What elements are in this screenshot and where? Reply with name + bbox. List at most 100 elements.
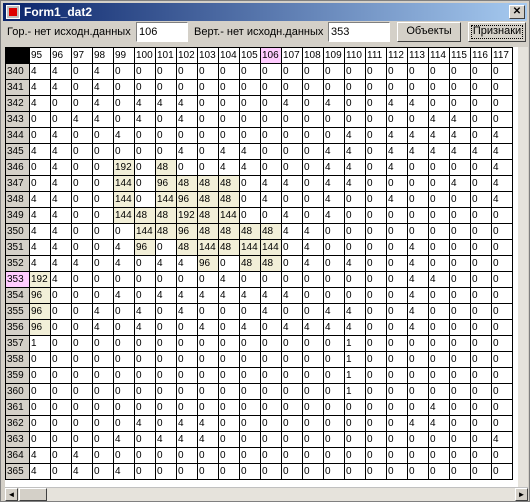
grid-cell[interactable]: 0	[449, 79, 471, 96]
column-header[interactable]: 116	[470, 47, 492, 64]
grid-cell[interactable]: 4	[344, 319, 366, 336]
grid-cell[interactable]: 144	[218, 207, 240, 224]
grid-cell[interactable]: 0	[155, 335, 177, 352]
grid-cell[interactable]: 1	[344, 351, 366, 368]
grid-cell[interactable]: 0	[71, 127, 93, 144]
grid-cell[interactable]: 0	[302, 143, 324, 160]
grid-cell[interactable]: 0	[344, 79, 366, 96]
grid-cell[interactable]: 0	[449, 335, 471, 352]
grid-cell[interactable]: 48	[197, 223, 219, 240]
row-header[interactable]: 342	[5, 95, 30, 112]
grid-cell[interactable]: 0	[218, 415, 240, 432]
grid-cell[interactable]: 0	[239, 383, 261, 400]
grid-cell[interactable]: 0	[449, 383, 471, 400]
grid-cell[interactable]: 0	[218, 463, 240, 480]
grid-cell[interactable]: 0	[302, 175, 324, 192]
grid-cell[interactable]: 4	[449, 127, 471, 144]
grid-cell[interactable]: 0	[344, 447, 366, 464]
grid-cell[interactable]: 4	[428, 271, 450, 288]
grid-cell[interactable]: 0	[344, 431, 366, 448]
grid-cell[interactable]: 0	[155, 63, 177, 80]
grid-cell[interactable]: 4	[134, 95, 156, 112]
grid-cell[interactable]: 4	[491, 159, 513, 176]
grid-cell[interactable]: 0	[491, 463, 513, 480]
grid-cell[interactable]: 0	[428, 175, 450, 192]
grid-cell[interactable]: 0	[281, 239, 303, 256]
grid-cell[interactable]: 0	[260, 143, 282, 160]
grid-cell[interactable]: 0	[365, 111, 387, 128]
grid-cell[interactable]: 1	[344, 383, 366, 400]
grid-cell[interactable]: 4	[344, 159, 366, 176]
grid-cell[interactable]: 0	[260, 335, 282, 352]
grid-cell[interactable]: 144	[155, 191, 177, 208]
grid-cell[interactable]: 0	[134, 271, 156, 288]
grid-cell[interactable]: 0	[449, 255, 471, 272]
grid-cell[interactable]: 0	[197, 447, 219, 464]
grid-cell[interactable]: 4	[50, 191, 72, 208]
grid-cell[interactable]: 0	[449, 447, 471, 464]
grid-cell[interactable]: 0	[239, 351, 261, 368]
grid-cell[interactable]: 0	[302, 127, 324, 144]
grid-cell[interactable]: 48	[155, 207, 177, 224]
grid-cell[interactable]: 0	[71, 271, 93, 288]
app-icon[interactable]	[6, 5, 20, 19]
grid-cell[interactable]: 4	[50, 79, 72, 96]
grid-cell[interactable]: 0	[218, 95, 240, 112]
grid-cell[interactable]: 0	[323, 111, 345, 128]
grid-cell[interactable]: 0	[386, 79, 408, 96]
grid-cell[interactable]: 0	[428, 447, 450, 464]
grid-cell[interactable]: 0	[386, 447, 408, 464]
grid-cell[interactable]: 0	[176, 335, 198, 352]
row-header[interactable]: 340	[5, 63, 30, 80]
grid-cell[interactable]: 0	[302, 63, 324, 80]
grid-cell[interactable]: 0	[491, 351, 513, 368]
grid-cell[interactable]: 48	[155, 223, 177, 240]
grid-cell[interactable]: 0	[281, 367, 303, 384]
grid-cell[interactable]: 0	[281, 383, 303, 400]
grid-cell[interactable]: 0	[386, 63, 408, 80]
grid-cell[interactable]: 0	[260, 447, 282, 464]
grid-cell[interactable]: 0	[449, 191, 471, 208]
grid-cell[interactable]: 0	[260, 127, 282, 144]
grid-cell[interactable]: 4	[407, 143, 429, 160]
grid-cell[interactable]: 0	[449, 415, 471, 432]
row-header[interactable]: 358	[5, 351, 30, 368]
row-header[interactable]: 346	[5, 159, 30, 176]
grid-cell[interactable]: 4	[344, 143, 366, 160]
grid-cell[interactable]: 0	[365, 319, 387, 336]
grid-cell[interactable]: 0	[491, 63, 513, 80]
grid-cell[interactable]: 4	[92, 79, 114, 96]
grid-cell[interactable]: 0	[71, 287, 93, 304]
grid-cell[interactable]: 0	[470, 191, 492, 208]
grid-cell[interactable]: 0	[470, 303, 492, 320]
grid-cell[interactable]: 4	[29, 63, 51, 80]
grid-cell[interactable]: 0	[239, 303, 261, 320]
grid-cell[interactable]: 0	[344, 63, 366, 80]
grid-cell[interactable]: 0	[470, 175, 492, 192]
grid-cell[interactable]: 0	[155, 127, 177, 144]
grid-cell[interactable]: 4	[71, 447, 93, 464]
grid-cell[interactable]: 0	[92, 463, 114, 480]
grid-cell[interactable]: 4	[260, 175, 282, 192]
grid-cell[interactable]: 0	[71, 207, 93, 224]
grid-cell[interactable]: 0	[344, 223, 366, 240]
grid-cell[interactable]: 0	[344, 271, 366, 288]
grid-cell[interactable]: 0	[407, 63, 429, 80]
grid-cell[interactable]: 0	[92, 367, 114, 384]
grid-cell[interactable]: 4	[260, 191, 282, 208]
grid-cell[interactable]: 0	[449, 159, 471, 176]
grid-cell[interactable]: 0	[50, 335, 72, 352]
grid-cell[interactable]: 0	[155, 271, 177, 288]
scroll-left-icon[interactable]: ◄	[5, 488, 18, 501]
grid-cell[interactable]: 4	[29, 255, 51, 272]
grid-cell[interactable]: 0	[491, 367, 513, 384]
grid-cell[interactable]: 144	[239, 239, 261, 256]
grid-cell[interactable]: 0	[134, 175, 156, 192]
grid-cell[interactable]: 0	[134, 127, 156, 144]
grid-cell[interactable]: 4	[176, 143, 198, 160]
grid-cell[interactable]: 0	[365, 223, 387, 240]
grid-cell[interactable]: 192	[29, 271, 51, 288]
grid-cell[interactable]: 0	[92, 191, 114, 208]
grid-cell[interactable]: 0	[344, 463, 366, 480]
grid-cell[interactable]: 144	[260, 239, 282, 256]
